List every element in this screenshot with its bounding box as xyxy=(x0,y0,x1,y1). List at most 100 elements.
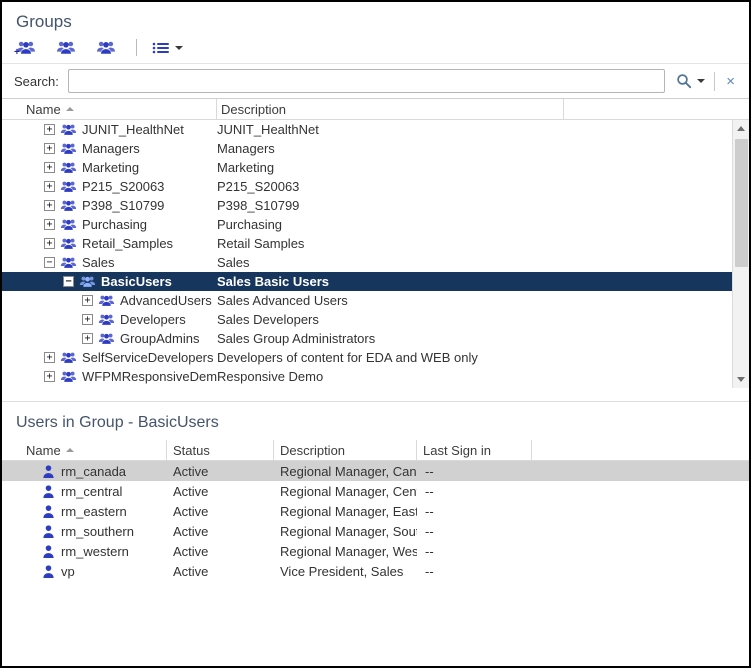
column-header-label: Last Sign in xyxy=(423,443,491,458)
search-separator xyxy=(714,72,715,91)
column-header-name[interactable]: Name xyxy=(2,99,217,119)
expand-icon[interactable]: + xyxy=(44,219,55,230)
table-row[interactable]: − Sales Sales xyxy=(2,253,732,272)
group-name: Purchasing xyxy=(82,217,147,232)
search-input[interactable] xyxy=(68,69,665,93)
edit-group-button[interactable] xyxy=(56,40,81,55)
users-panel: Users in Group - BasicUsers Name Status … xyxy=(2,401,749,666)
user-status: Active xyxy=(167,524,274,539)
user-last-sign-in: -- xyxy=(417,524,532,539)
table-row[interactable]: +Developers Sales Developers xyxy=(2,310,732,329)
group-description: Purchasing xyxy=(217,217,564,232)
user-status: Active xyxy=(167,464,274,479)
group-description: Sales xyxy=(217,255,564,270)
group-description: Developers of content for EDA and WEB on… xyxy=(217,350,564,365)
group-icon xyxy=(79,275,96,288)
table-row[interactable]: +P398_S10799 P398_S10799 xyxy=(2,196,732,215)
group-description: Responsive Demo xyxy=(217,369,564,384)
group-name: Managers xyxy=(82,141,140,156)
expand-icon[interactable]: + xyxy=(44,371,55,382)
group-icon xyxy=(60,123,77,136)
column-header-label: Description xyxy=(221,102,286,117)
user-last-sign-in: -- xyxy=(417,504,532,519)
table-row[interactable]: + WFPMResponsiveDem Responsive Demo xyxy=(2,367,732,386)
user-last-sign-in: -- xyxy=(417,564,532,579)
user-icon xyxy=(42,524,55,539)
table-row[interactable]: +Marketing Marketing xyxy=(2,158,732,177)
collapse-icon[interactable]: − xyxy=(63,276,74,287)
group-description: Marketing xyxy=(217,160,564,175)
expand-icon[interactable]: + xyxy=(82,295,93,306)
user-name: rm_central xyxy=(61,484,122,499)
group-description: Sales Basic Users xyxy=(217,274,564,289)
list-view-menu-icon xyxy=(152,41,170,55)
expand-icon[interactable]: + xyxy=(44,352,55,363)
user-name: rm_western xyxy=(61,544,129,559)
clear-search-button[interactable]: × xyxy=(724,74,737,89)
expand-icon[interactable]: + xyxy=(44,162,55,173)
expand-icon[interactable]: + xyxy=(44,238,55,249)
user-last-sign-in: -- xyxy=(417,544,532,559)
group-name: WFPMResponsiveDem xyxy=(82,369,217,384)
view-options-button[interactable] xyxy=(152,41,183,55)
delete-group-button[interactable] xyxy=(96,40,121,55)
expand-icon[interactable]: + xyxy=(44,181,55,192)
user-last-sign-in: -- xyxy=(417,484,532,499)
group-icon xyxy=(60,237,77,250)
expand-icon[interactable]: + xyxy=(82,314,93,325)
group-name: AdvancedUsers xyxy=(120,293,212,308)
table-row[interactable]: vp Active Vice President, Sales -- xyxy=(2,561,749,581)
group-name: Sales xyxy=(82,255,115,270)
user-description: Regional Manager, Sout xyxy=(274,524,417,539)
column-header-description[interactable]: Description xyxy=(217,99,564,119)
column-header-last-sign-in[interactable]: Last Sign in xyxy=(417,440,532,460)
group-name: GroupAdmins xyxy=(120,331,199,346)
column-header-empty xyxy=(532,440,749,460)
users-panel-title: Users in Group - BasicUsers xyxy=(2,402,749,440)
scroll-up-button[interactable] xyxy=(733,120,750,137)
table-row[interactable]: rm_eastern Active Regional Manager, East… xyxy=(2,501,749,521)
table-row[interactable]: +P215_S20063 P215_S20063 xyxy=(2,177,732,196)
table-row[interactable]: + Purchasing Purchasing xyxy=(2,215,732,234)
group-icon xyxy=(60,351,77,364)
groups-toolbar: + xyxy=(2,34,749,64)
expand-icon[interactable]: + xyxy=(44,143,55,154)
vertical-scrollbar[interactable] xyxy=(732,120,749,388)
group-description: Sales Group Administrators xyxy=(217,331,564,346)
group-icon xyxy=(60,218,77,231)
group-description: Sales Developers xyxy=(217,312,564,327)
column-header-status[interactable]: Status xyxy=(167,440,274,460)
expand-icon[interactable]: + xyxy=(44,200,55,211)
table-row[interactable]: +Managers Managers xyxy=(2,139,732,158)
users-panel-empty-area xyxy=(2,581,749,666)
scroll-down-button[interactable] xyxy=(733,371,750,388)
user-description: Regional Manager, Wes xyxy=(274,544,417,559)
expand-icon[interactable]: + xyxy=(82,333,93,344)
user-description: Vice President, Sales xyxy=(274,564,417,579)
scrollbar-thumb[interactable] xyxy=(735,139,748,267)
table-row[interactable]: rm_southern Active Regional Manager, Sou… xyxy=(2,521,749,541)
column-header-name[interactable]: Name xyxy=(2,440,167,460)
column-header-label: Description xyxy=(280,443,345,458)
table-row[interactable]: +AdvancedUsers Sales Advanced Users xyxy=(2,291,732,310)
chevron-down-icon xyxy=(175,46,183,50)
arrow-down-icon xyxy=(737,377,745,382)
table-row[interactable]: rm_western Active Regional Manager, Wes … xyxy=(2,541,749,561)
page-title: Groups xyxy=(2,2,749,34)
table-row[interactable]: +SelfServiceDevelopers Developers of con… xyxy=(2,348,732,367)
user-status: Active xyxy=(167,504,274,519)
expand-icon[interactable]: + xyxy=(44,124,55,135)
table-row[interactable]: + GroupAdmins Sales Group Administrators xyxy=(2,329,732,348)
table-row-selected[interactable]: −BasicUsers Sales Basic Users xyxy=(2,272,732,291)
column-header-description[interactable]: Description xyxy=(274,440,417,460)
plus-badge-icon: + xyxy=(14,48,20,58)
user-description: Regional Manager, East xyxy=(274,504,417,519)
table-row[interactable]: rm_central Active Regional Manager, Cent… xyxy=(2,481,749,501)
user-icon xyxy=(42,504,55,519)
collapse-icon[interactable]: − xyxy=(44,257,55,268)
table-row[interactable]: +Retail_Samples Retail Samples xyxy=(2,234,732,253)
table-row-selected[interactable]: rm_canada Active Regional Manager, Cana … xyxy=(2,461,749,481)
search-button[interactable] xyxy=(676,73,705,89)
table-row[interactable]: +JUNIT_HealthNet JUNIT_HealthNet xyxy=(2,120,732,139)
add-group-button[interactable]: + xyxy=(16,40,41,55)
